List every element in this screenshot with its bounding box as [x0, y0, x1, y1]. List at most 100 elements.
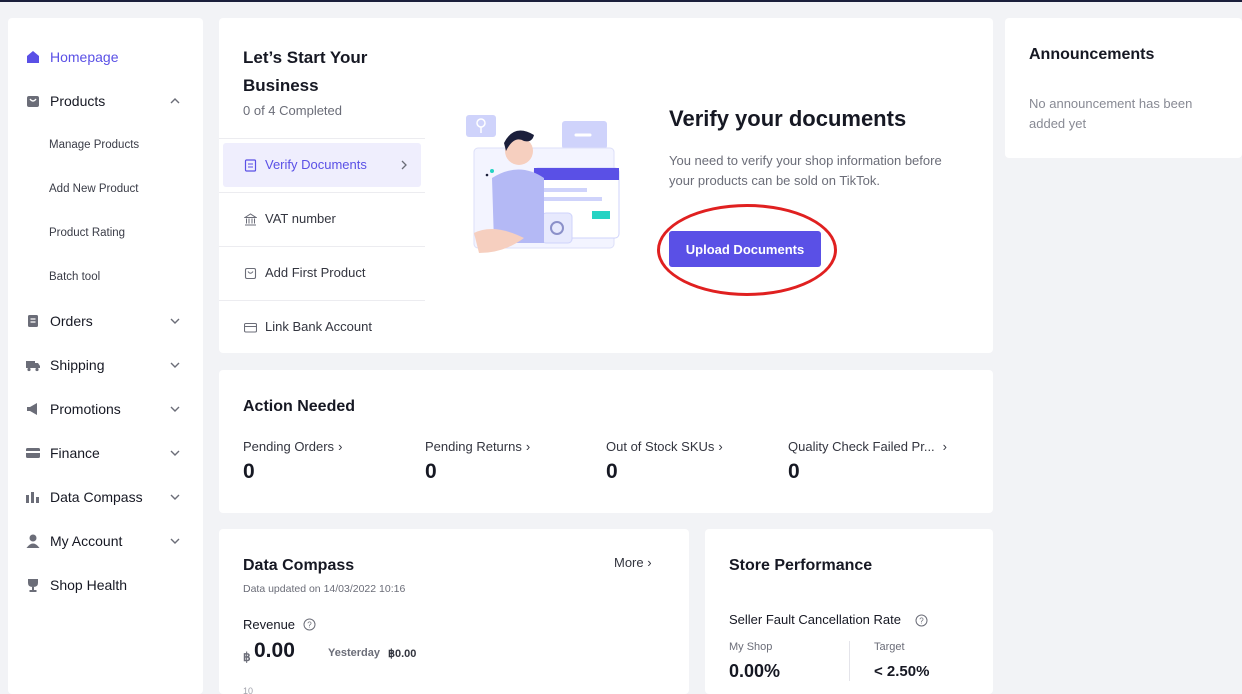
chevron-right-icon: › — [942, 439, 948, 454]
metric-out-of-stock-skus[interactable]: Out of Stock SKUs › 0 — [606, 438, 723, 483]
verify-title: Verify your documents — [669, 106, 907, 131]
home-icon — [27, 51, 39, 63]
upload-documents-button[interactable]: Upload Documents — [669, 231, 821, 267]
metric-value: 0 — [425, 460, 437, 483]
sidebar-item-shop-health[interactable]: Shop Health — [8, 563, 203, 607]
sidebar-item-data-compass[interactable]: Data Compass — [8, 475, 203, 519]
metric-value: 0 — [606, 460, 618, 483]
divider — [849, 641, 850, 681]
sidebar-item-label: Products — [50, 93, 106, 109]
sidebar-item-finance[interactable]: Finance — [8, 431, 203, 475]
sidebar-item-label: Data Compass — [50, 489, 143, 505]
chevron-down-icon[interactable] — [169, 315, 181, 327]
announcements-card: Announcements No announcement has been a… — [1005, 18, 1242, 158]
metric-label: Pending Returns — [425, 439, 522, 454]
action-needed-title: Action Needed — [243, 398, 356, 415]
user-icon — [26, 534, 40, 548]
data-compass-title: Data Compass — [243, 557, 355, 574]
sidebar-subitem-product-rating[interactable]: Product Rating — [49, 227, 125, 239]
sidebar-item-label: Shipping — [50, 357, 105, 373]
metric-label: Pending Orders — [243, 439, 335, 454]
step-vat-number[interactable]: VAT number — [219, 192, 425, 246]
step-label: Add First Product — [265, 265, 366, 280]
chevron-down-icon[interactable] — [169, 359, 181, 371]
metric-label: Out of Stock SKUs — [606, 439, 715, 454]
sidebar-subitem-add-new-product[interactable]: Add New Product — [49, 183, 139, 195]
data-compass-card: Data Compass Data updated on 14/03/2022 … — [219, 529, 689, 694]
chevron-right-icon: › — [338, 439, 343, 454]
metric-pending-returns[interactable]: Pending Returns › 0 — [425, 438, 531, 483]
svg-text:?: ? — [307, 621, 312, 630]
store-performance-title: Store Performance — [729, 557, 873, 574]
truck-icon — [26, 361, 40, 372]
verify-illustration — [466, 115, 620, 253]
sidebar-item-label: Shop Health — [50, 577, 128, 593]
onboarding-card: Let’s Start Your Business 0 of 4 Complet… — [219, 18, 993, 353]
currency-symbol: ฿ — [243, 650, 251, 664]
card-icon — [26, 448, 40, 458]
chevron-up-icon[interactable] — [169, 95, 181, 107]
bag-icon — [27, 96, 39, 107]
target-value: < 2.50% — [874, 663, 930, 680]
chart-axis-label: 10 — [243, 686, 254, 694]
data-updated-text: Data updated on 14/03/2022 10:16 — [243, 583, 406, 595]
sidebar-subitem-manage-products[interactable]: Manage Products — [49, 139, 139, 151]
top-border — [0, 0, 1242, 2]
verify-description: You need to verify your shop information… — [669, 153, 942, 188]
action-needed-card: Action Needed Pending Orders › 0 Pending … — [219, 370, 993, 513]
announcements-empty-text: No announcement has been added yet — [1029, 96, 1193, 131]
sidebar-item-products[interactable]: Products — [8, 79, 203, 123]
chevron-down-icon[interactable] — [169, 403, 181, 415]
more-label: More — [614, 555, 644, 570]
svg-text:?: ? — [919, 617, 924, 626]
store-performance-card: Store Performance Seller Fault Cancellat… — [705, 529, 993, 694]
more-link[interactable]: More › — [614, 555, 652, 570]
yesterday-value: ฿0.00 — [388, 648, 417, 660]
document-icon — [28, 315, 38, 327]
sidebar-item-promotions[interactable]: Promotions — [8, 387, 203, 431]
help-icon[interactable]: ? — [303, 618, 316, 631]
metric-value: 0 — [243, 460, 255, 483]
chevron-right-icon: › — [647, 555, 652, 570]
step-label: Verify Documents — [265, 157, 367, 172]
metric-pending-orders[interactable]: Pending Orders › 0 — [243, 438, 343, 483]
help-icon[interactable]: ? — [915, 614, 928, 627]
sidebar-subitem-batch-tool[interactable]: Batch tool — [49, 271, 100, 283]
cancellation-rate-label: Seller Fault Cancellation Rate — [729, 612, 901, 627]
bag-icon — [244, 267, 257, 280]
yesterday-label: Yesterday — [328, 647, 380, 659]
sidebar-item-shipping[interactable]: Shipping — [8, 343, 203, 387]
trophy-icon — [28, 579, 38, 592]
my-shop-label: My Shop — [729, 641, 773, 653]
chevron-right-icon: › — [718, 439, 723, 454]
step-label: VAT number — [265, 211, 336, 226]
announcements-title: Announcements — [1029, 46, 1155, 63]
metric-value: 0 — [788, 460, 800, 483]
bar-chart-icon — [26, 492, 39, 503]
chevron-right-icon — [401, 160, 407, 170]
onboarding-title: Let’s Start Your Business — [243, 48, 368, 95]
sidebar: Homepage Products Manage Products Add Ne… — [8, 18, 203, 694]
chevron-right-icon: › — [525, 439, 531, 454]
metric-label: Quality Check Failed Pr... — [788, 439, 935, 454]
sidebar-item-orders[interactable]: Orders — [8, 299, 203, 343]
chevron-down-icon[interactable] — [169, 447, 181, 459]
onboarding-progress: 0 of 4 Completed — [243, 103, 343, 118]
step-link-bank-account[interactable]: Link Bank Account — [219, 300, 425, 354]
bank-icon — [244, 213, 257, 226]
megaphone-icon — [27, 403, 37, 415]
chevron-down-icon[interactable] — [169, 535, 181, 547]
metric-quality-check-failed[interactable]: Quality Check Failed Pr... › 0 — [788, 438, 948, 483]
sidebar-item-label: Orders — [50, 313, 93, 329]
step-label: Link Bank Account — [265, 319, 372, 334]
step-add-first-product[interactable]: Add First Product — [219, 246, 425, 300]
revenue-label: Revenue — [243, 617, 296, 632]
step-verify-documents[interactable]: Verify Documents — [219, 138, 425, 192]
sidebar-item-label: Homepage — [50, 49, 119, 65]
sidebar-item-my-account[interactable]: My Account — [8, 519, 203, 563]
sidebar-item-label: Promotions — [50, 401, 121, 417]
document-icon — [244, 159, 257, 172]
chevron-down-icon[interactable] — [169, 491, 181, 503]
sidebar-item-homepage[interactable]: Homepage — [8, 35, 203, 79]
sidebar-item-label: My Account — [50, 533, 123, 549]
